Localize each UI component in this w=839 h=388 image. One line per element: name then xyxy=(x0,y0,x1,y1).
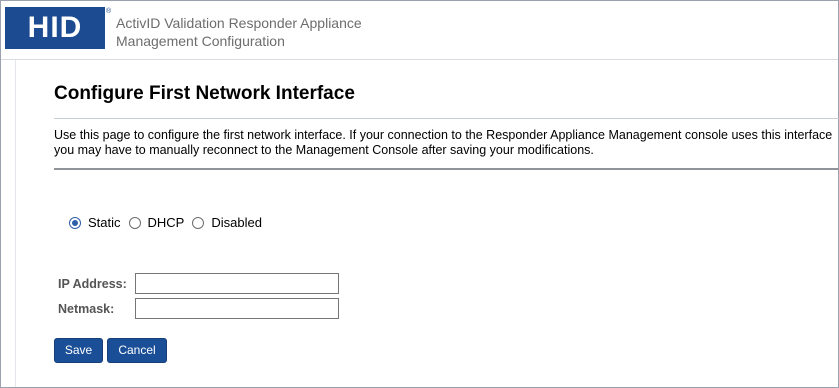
netmask-row: Netmask: xyxy=(58,298,339,319)
static-radio-label[interactable]: Static xyxy=(88,215,121,230)
ip-address-row: IP Address: xyxy=(58,273,339,294)
save-button[interactable]: Save xyxy=(54,338,103,363)
dhcp-radio-label[interactable]: DHCP xyxy=(148,215,185,230)
header-divider xyxy=(1,59,838,60)
disabled-radio[interactable] xyxy=(192,216,205,229)
static-radio[interactable] xyxy=(69,216,81,229)
description-panel: Use this page to configure the first net… xyxy=(54,118,839,170)
registered-mark: ® xyxy=(106,8,112,15)
page-title: Configure First Network Interface xyxy=(54,83,355,104)
cancel-button[interactable]: Cancel xyxy=(107,338,167,363)
hid-logo: HID xyxy=(5,7,105,49)
app-title: ActivID Validation Responder Appliance M… xyxy=(116,14,362,50)
netmask-label: Netmask: xyxy=(58,301,115,316)
dhcp-radio[interactable] xyxy=(128,216,141,229)
app-title-line1: ActivID Validation Responder Appliance xyxy=(116,15,362,31)
left-margin-divider xyxy=(15,60,16,387)
interface-mode-group: Static DHCP Disabled xyxy=(69,215,270,230)
app-header: HID ® ActivID Validation Responder Appli… xyxy=(1,1,838,59)
netmask-input[interactable] xyxy=(135,298,339,319)
ip-address-label: IP Address: xyxy=(58,276,127,291)
disabled-radio-label[interactable]: Disabled xyxy=(211,215,262,230)
page-description: Use this page to configure the first net… xyxy=(54,128,833,157)
ip-address-input[interactable] xyxy=(135,273,339,294)
app-title-line2: Management Configuration xyxy=(116,33,285,49)
